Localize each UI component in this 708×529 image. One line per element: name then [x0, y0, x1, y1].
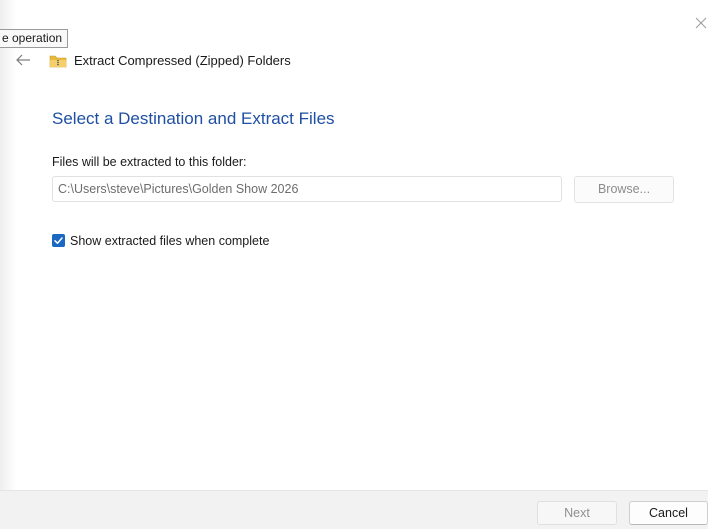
close-icon[interactable] — [694, 16, 708, 30]
destination-path-input[interactable] — [52, 176, 562, 202]
browse-button[interactable]: Browse... — [574, 176, 674, 203]
wizard-footer: Next Cancel — [0, 490, 708, 529]
back-arrow-icon[interactable] — [15, 53, 31, 67]
destination-label: Files will be extracted to this folder: — [52, 155, 247, 169]
window-edge-shadow — [0, 0, 16, 490]
show-files-checkbox[interactable] — [52, 234, 65, 247]
next-button[interactable]: Next — [537, 501, 617, 525]
zipped-folder-icon — [49, 54, 67, 68]
show-files-label[interactable]: Show extracted files when complete — [70, 233, 269, 249]
checkmark-icon — [54, 237, 63, 244]
tooltip: e operation — [0, 29, 69, 48]
page-heading: Select a Destination and Extract Files — [52, 109, 335, 128]
cancel-button[interactable]: Cancel — [629, 501, 708, 525]
wizard-title: Extract Compressed (Zipped) Folders — [74, 53, 291, 68]
